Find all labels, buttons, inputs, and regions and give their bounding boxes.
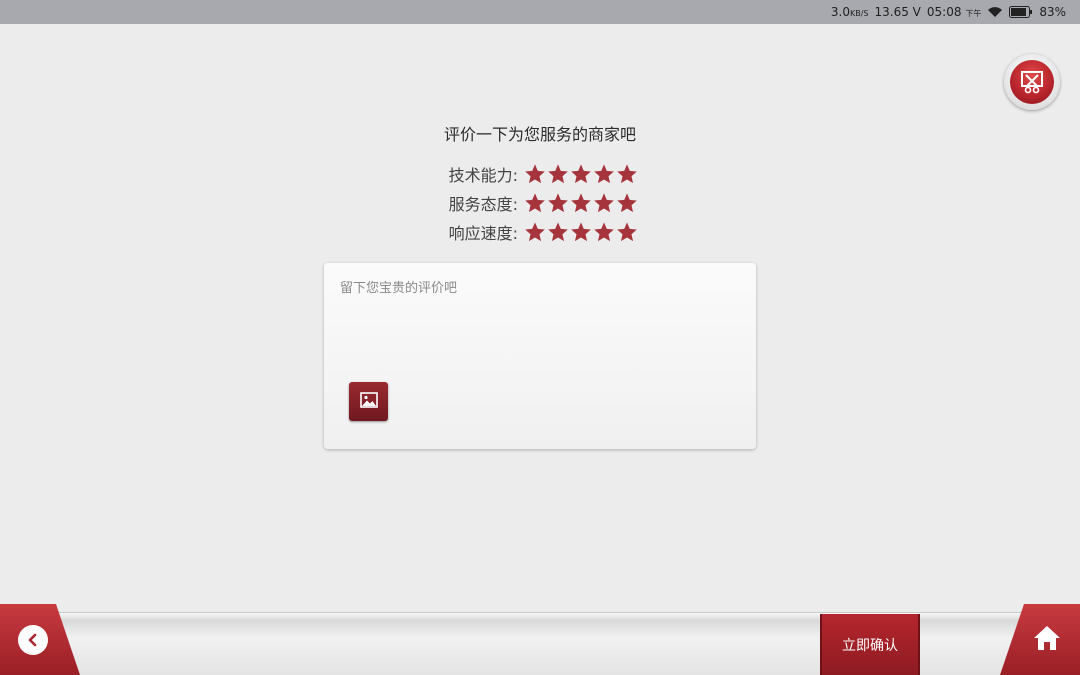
- rating-row-response: 响应速度:: [440, 220, 638, 244]
- confirm-button[interactable]: 立即确认: [820, 614, 920, 675]
- image-icon: [359, 391, 378, 412]
- star-rating[interactable]: [524, 163, 638, 185]
- star-icon[interactable]: [570, 221, 592, 243]
- star-icon[interactable]: [593, 163, 615, 185]
- home-icon: [1032, 624, 1062, 656]
- rating-row-tech: 技术能力:: [440, 162, 638, 186]
- star-icon[interactable]: [616, 163, 638, 185]
- status-bar: 3.0 KB/S 13.65 V 05:08 下午 83%: [0, 0, 1080, 24]
- star-rating[interactable]: [524, 221, 638, 243]
- exit-button[interactable]: [1004, 54, 1060, 110]
- exit-icon: [1010, 60, 1054, 104]
- star-icon[interactable]: [524, 163, 546, 185]
- star-icon[interactable]: [547, 192, 569, 214]
- star-icon[interactable]: [547, 163, 569, 185]
- star-icon[interactable]: [616, 192, 638, 214]
- star-icon[interactable]: [616, 221, 638, 243]
- back-icon: [18, 624, 48, 655]
- battery-level: 83%: [1039, 5, 1066, 19]
- star-icon[interactable]: [593, 221, 615, 243]
- star-rating[interactable]: [524, 192, 638, 214]
- add-image-button[interactable]: [349, 382, 388, 421]
- rating-label: 响应速度:: [448, 224, 518, 243]
- star-icon[interactable]: [524, 221, 546, 243]
- star-icon[interactable]: [547, 221, 569, 243]
- rating-label: 服务态度:: [448, 195, 518, 214]
- rating-label: 技术能力:: [448, 166, 518, 185]
- comment-box: [324, 263, 756, 449]
- rating-row-service: 服务态度:: [440, 191, 638, 215]
- comment-input[interactable]: [340, 277, 740, 377]
- voltage: 13.65 V: [874, 5, 921, 19]
- wifi-icon: [987, 6, 1003, 18]
- net-speed: 3.0 KB/S: [830, 5, 869, 19]
- clock: 05:08 下午: [926, 5, 982, 19]
- page-title: 评价一下为您服务的商家吧: [443, 125, 636, 144]
- battery-icon: [1009, 6, 1033, 18]
- star-icon[interactable]: [570, 192, 592, 214]
- star-icon[interactable]: [524, 192, 546, 214]
- star-icon[interactable]: [570, 163, 592, 185]
- star-icon[interactable]: [593, 192, 615, 214]
